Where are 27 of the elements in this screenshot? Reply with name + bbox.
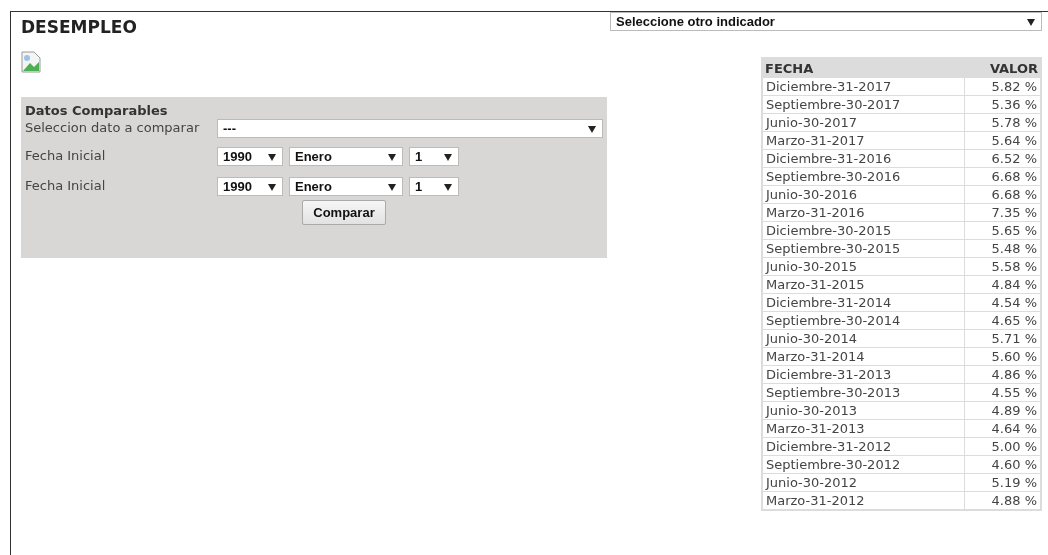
indicator-select[interactable]: Seleccione otro indicador: [610, 12, 1042, 31]
year-select[interactable]: 1990: [217, 177, 283, 196]
field-label: Fecha Inicial: [25, 177, 107, 195]
caret-icon: [444, 152, 452, 161]
day-select[interactable]: 1: [409, 147, 459, 166]
month-select[interactable]: Enero: [289, 147, 403, 166]
caret-icon: [388, 152, 396, 161]
column-header: FECHA: [762, 58, 965, 78]
caret-icon: [444, 182, 452, 191]
table-cell: 5.82 %: [964, 77, 1041, 96]
table-cell: Diciembre-31-2017: [762, 77, 965, 96]
panel-heading: Datos Comparables: [25, 102, 169, 119]
compare-select[interactable]: ---: [217, 119, 603, 138]
caret-icon: [588, 124, 596, 133]
year-select[interactable]: 1990: [217, 147, 283, 166]
field-label: Fecha Inicial: [25, 147, 107, 165]
caret-icon: [1027, 17, 1035, 26]
broken-image-icon: [21, 51, 41, 73]
caret-icon: [268, 182, 276, 191]
compare-button[interactable]: Comparar: [302, 200, 386, 225]
day-select[interactable]: 1: [409, 177, 459, 196]
page-title: DESEMPLEO: [21, 17, 138, 37]
field-label: Seleccion dato a comparar: [25, 119, 201, 137]
caret-icon: [388, 182, 396, 191]
month-select[interactable]: Enero: [289, 177, 403, 196]
column-header: VALOR: [964, 58, 1041, 78]
caret-icon: [268, 152, 276, 161]
